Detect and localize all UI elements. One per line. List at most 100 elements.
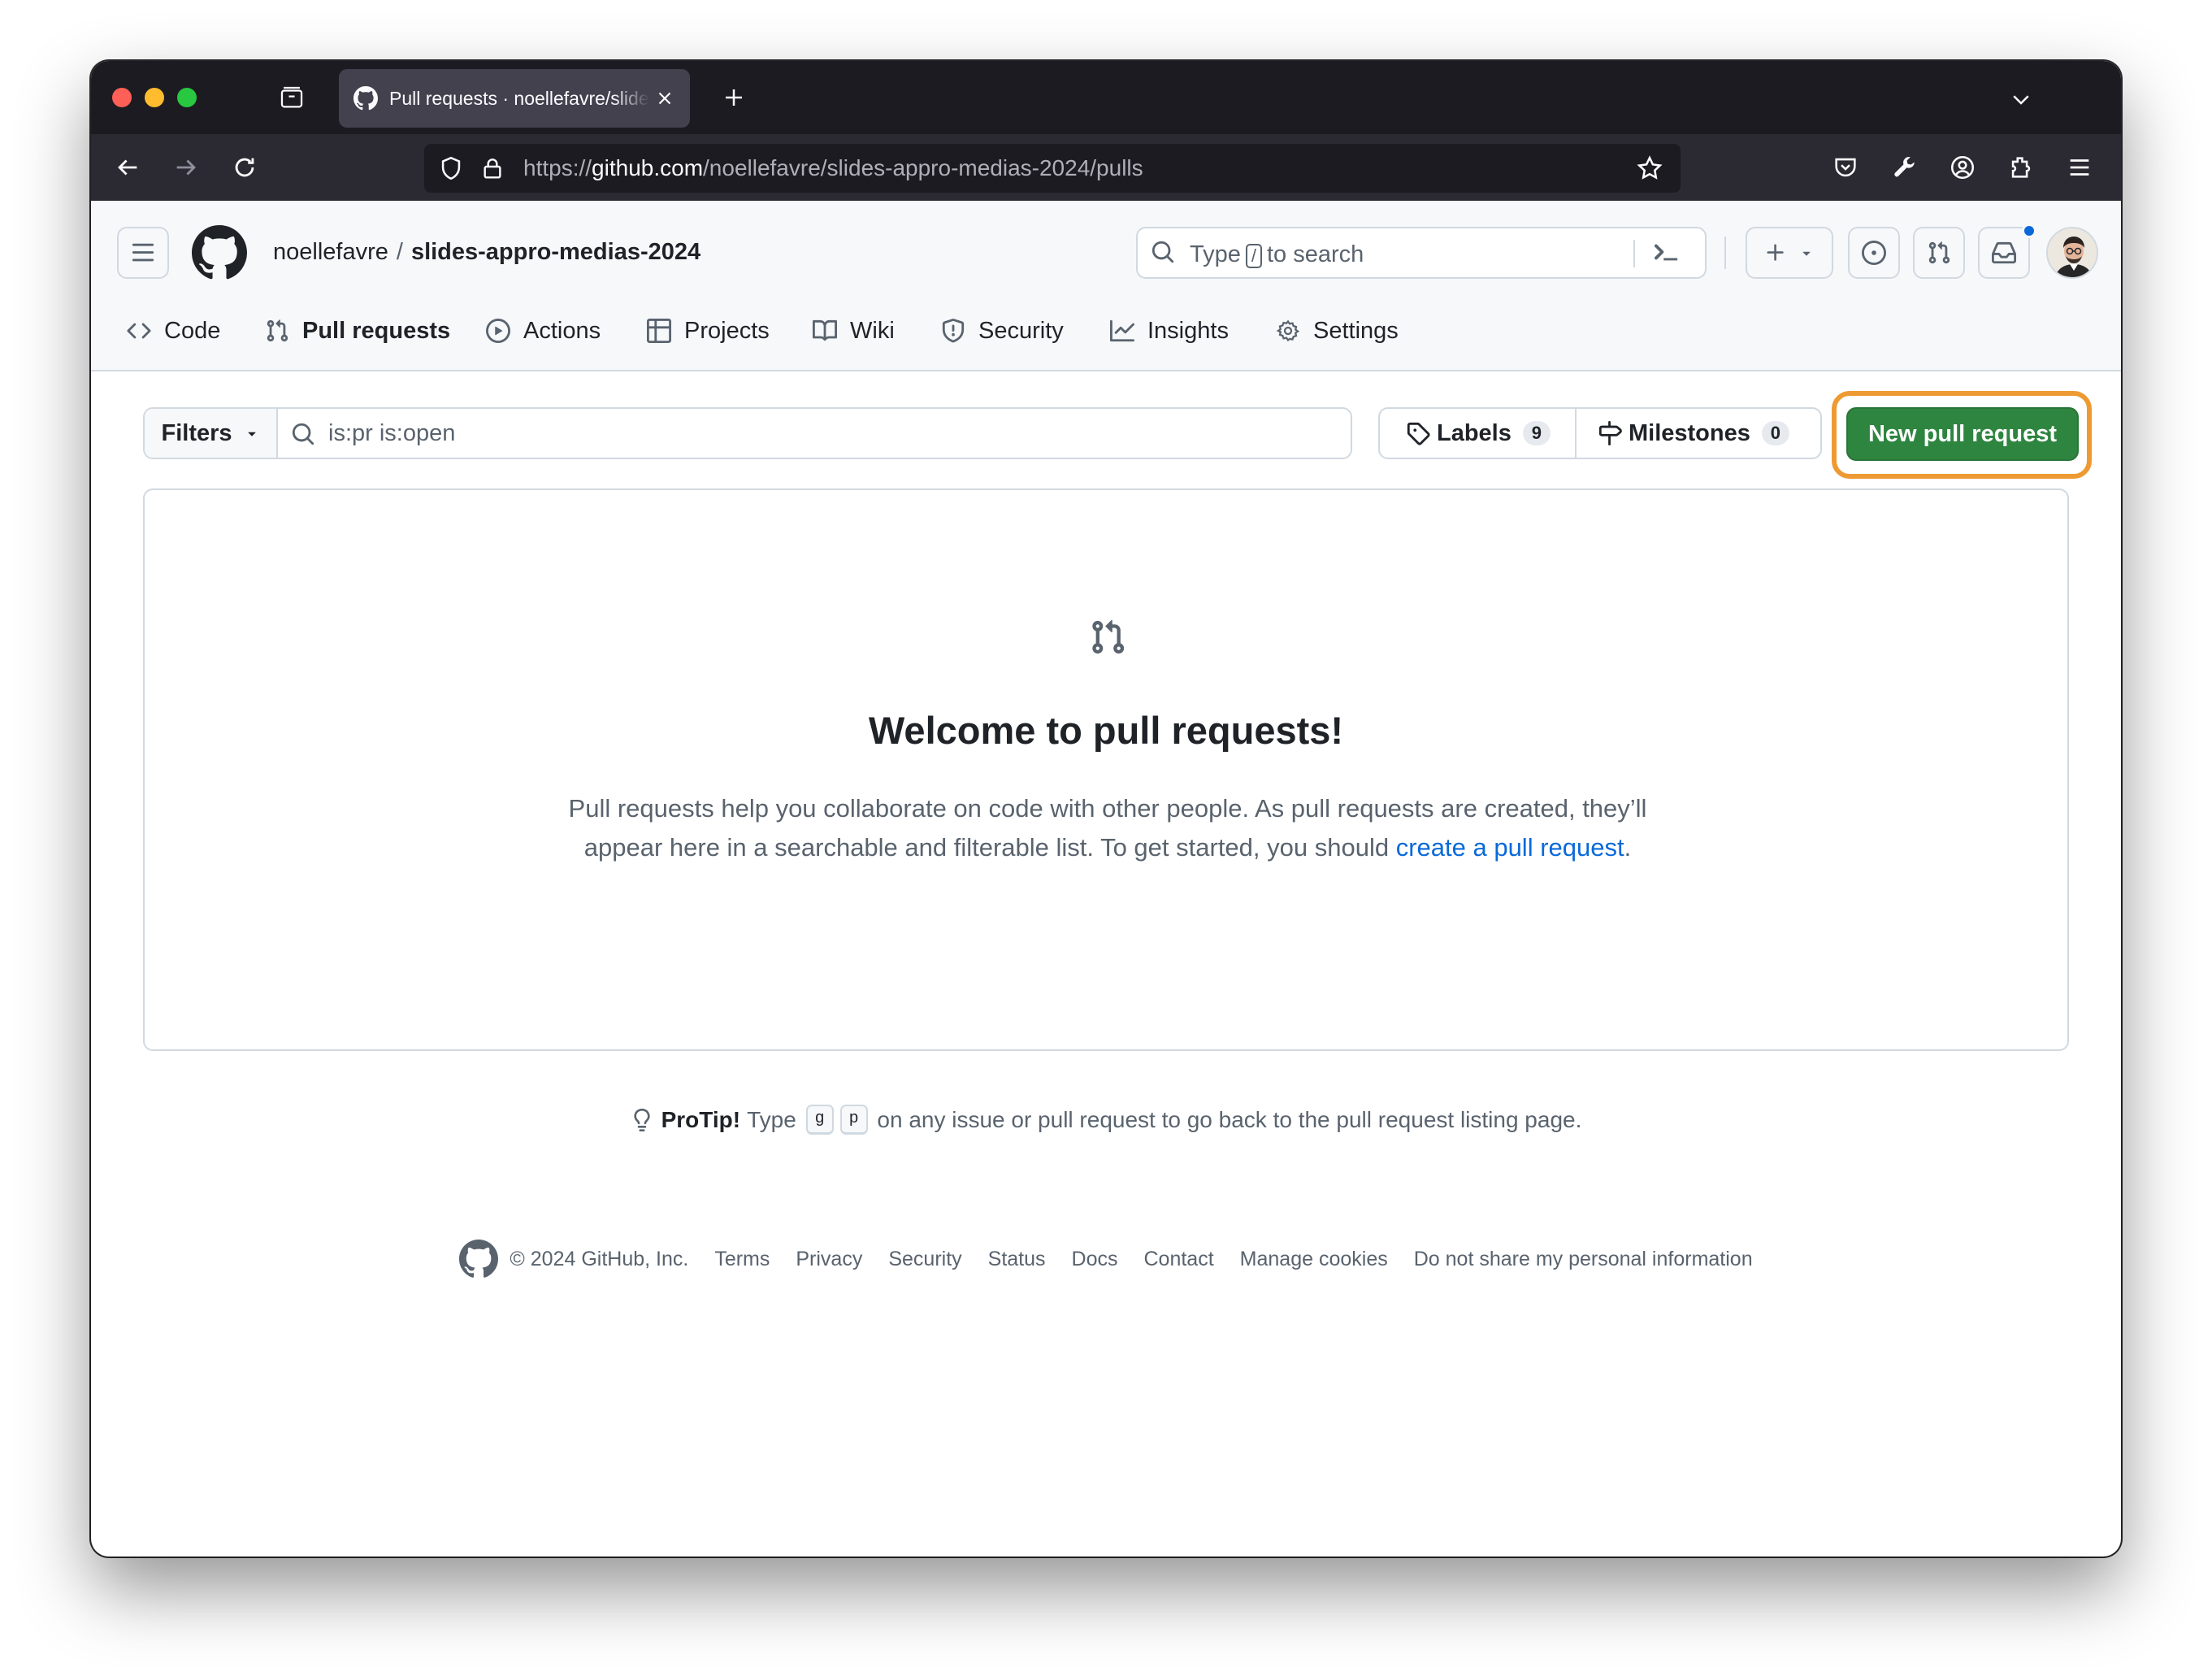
repo-link[interactable]: slides-appro-medias-2024 (411, 239, 700, 265)
blankslate-title: Welcome to pull requests! (868, 709, 1344, 752)
footer-link-terms[interactable]: Terms (714, 1248, 770, 1271)
notification-indicator (2022, 224, 2036, 238)
group-divider (1575, 409, 1577, 458)
breadcrumb: noellefavre / slides-appro-medias-2024 (273, 239, 700, 266)
tab-overview-icon[interactable] (278, 84, 306, 111)
search-divider (1633, 240, 1635, 267)
footer-link-do-not-share[interactable]: Do not share my personal information (1414, 1248, 1753, 1271)
kbd-p: p (839, 1105, 868, 1135)
bookmark-star-icon[interactable] (1635, 154, 1664, 183)
tab-insights[interactable]: Insights (1110, 290, 1229, 371)
browser-window: Pull requests · noellefavre/slides-appro… (91, 61, 2121, 1557)
kbd-g: g (805, 1105, 834, 1135)
tab-title: Pull requests · noellefavre/slides-appro… (389, 87, 649, 109)
back-arrow-icon[interactable] (114, 154, 141, 181)
account-icon[interactable] (1949, 154, 1976, 181)
pull-requests-button[interactable] (1913, 227, 1965, 279)
table-icon (647, 319, 671, 343)
tab-settings[interactable]: Settings (1276, 290, 1399, 371)
app-menu-icon[interactable] (2066, 154, 2093, 181)
footer-link-privacy[interactable]: Privacy (796, 1248, 862, 1271)
github-logo-icon (459, 1240, 499, 1278)
filters-button[interactable]: Filters (145, 409, 278, 458)
reload-icon[interactable] (231, 154, 258, 181)
header-divider (1724, 237, 1726, 269)
code-icon (127, 323, 151, 339)
forward-arrow-icon[interactable] (172, 154, 200, 181)
browser-toolbar: https://github.com/noellefavre/slides-ap… (91, 134, 2121, 201)
protip-label: ProTip! (661, 1106, 741, 1132)
chevron-down-icon[interactable] (2009, 87, 2033, 111)
triangle-down-icon (247, 432, 256, 436)
labels-button[interactable]: Labels 9 (1406, 409, 1551, 458)
filter-bar: Filters (143, 407, 1352, 459)
labels-count: 9 (1522, 421, 1551, 445)
close-window-button[interactable] (112, 88, 132, 107)
milestones-count: 0 (1761, 421, 1789, 445)
labels-milestones-group: Labels 9 Milestones 0 (1378, 407, 1822, 459)
create-new-button[interactable] (1746, 227, 1833, 279)
graph-icon (1110, 319, 1134, 342)
new-tab-icon[interactable] (722, 85, 746, 110)
gear-icon (1276, 319, 1300, 342)
avatar[interactable] (2046, 227, 2098, 279)
protip: ProTip! Type g p on any issue or pull re… (91, 1105, 2121, 1135)
owner-link[interactable]: noellefavre (273, 239, 388, 265)
tab-projects[interactable]: Projects (647, 290, 770, 371)
hamburger-icon (132, 243, 154, 262)
create-pull-request-link[interactable]: create a pull request (1396, 833, 1624, 862)
shield-icon[interactable] (437, 154, 465, 182)
search-input[interactable]: Type / to search (1136, 227, 1707, 279)
footer-link-docs[interactable]: Docs (1072, 1248, 1118, 1271)
pocket-icon[interactable] (1832, 154, 1859, 181)
search-placeholder: Type / to search (1190, 241, 1364, 268)
plus-icon (1767, 244, 1784, 261)
tab-security[interactable]: Security (941, 290, 1064, 371)
maximize-window-button[interactable] (177, 88, 197, 107)
new-pull-request-button[interactable]: New pull request (1846, 407, 2079, 461)
footer-link-status[interactable]: Status (988, 1248, 1046, 1271)
shield-icon (942, 319, 965, 343)
git-pull-request-icon (1089, 619, 1126, 656)
footer-link-manage-cookies[interactable]: Manage cookies (1240, 1248, 1388, 1271)
filter-search-input[interactable] (328, 409, 1303, 458)
tab-code[interactable]: Code (127, 290, 220, 371)
lock-icon[interactable] (479, 154, 505, 182)
url-text: https://github.com/noellefavre/slides-ap… (523, 155, 1143, 180)
play-icon (486, 319, 510, 343)
milestone-icon (1598, 421, 1622, 445)
blankslate: Welcome to pull requests! Pull requests … (143, 488, 2069, 1051)
footer-link-contact[interactable]: Contact (1144, 1248, 1214, 1271)
blankslate-description: Pull requests help you collaborate on co… (568, 794, 1647, 862)
git-pull-request-icon (267, 319, 288, 342)
tab-actions[interactable]: Actions (486, 290, 601, 371)
tab-pull-requests[interactable]: Pull requests (265, 290, 450, 371)
inbox-icon (1992, 241, 2016, 264)
triangle-down-icon (1802, 251, 1811, 256)
global-nav-menu-button[interactable] (117, 227, 169, 279)
issues-button[interactable] (1848, 227, 1900, 279)
github-favicon-icon (353, 86, 378, 111)
light-bulb-icon (633, 1108, 650, 1131)
browser-tab-active[interactable]: Pull requests · noellefavre/slides-appro… (339, 69, 690, 128)
address-bar[interactable]: https://github.com/noellefavre/slides-ap… (424, 144, 1681, 193)
minimize-window-button[interactable] (145, 88, 164, 107)
footer-copyright: © 2024 GitHub, Inc. (510, 1247, 689, 1270)
git-pull-request-icon (1928, 241, 1950, 264)
search-icon (1151, 240, 1175, 264)
command-palette-icon[interactable] (1653, 240, 1681, 264)
book-icon (813, 319, 837, 341)
footer-link-security[interactable]: Security (888, 1248, 961, 1271)
github-logo-icon[interactable] (192, 225, 247, 280)
tab-close-icon[interactable] (654, 88, 675, 109)
footer: © 2024 GitHub, Inc. Terms Privacy Securi… (91, 1240, 2121, 1279)
extensions-icon[interactable] (2007, 154, 2035, 181)
breadcrumb-separator: / (396, 239, 403, 265)
issue-opened-icon (1862, 241, 1886, 265)
tag-icon (1407, 422, 1430, 445)
milestones-button[interactable]: Milestones 0 (1598, 409, 1789, 458)
tab-wiki[interactable]: Wiki (813, 290, 895, 371)
wrench-icon[interactable] (1890, 154, 1918, 181)
browser-tab-strip: Pull requests · noellefavre/slides-appro… (91, 61, 2121, 134)
search-icon (291, 422, 315, 446)
